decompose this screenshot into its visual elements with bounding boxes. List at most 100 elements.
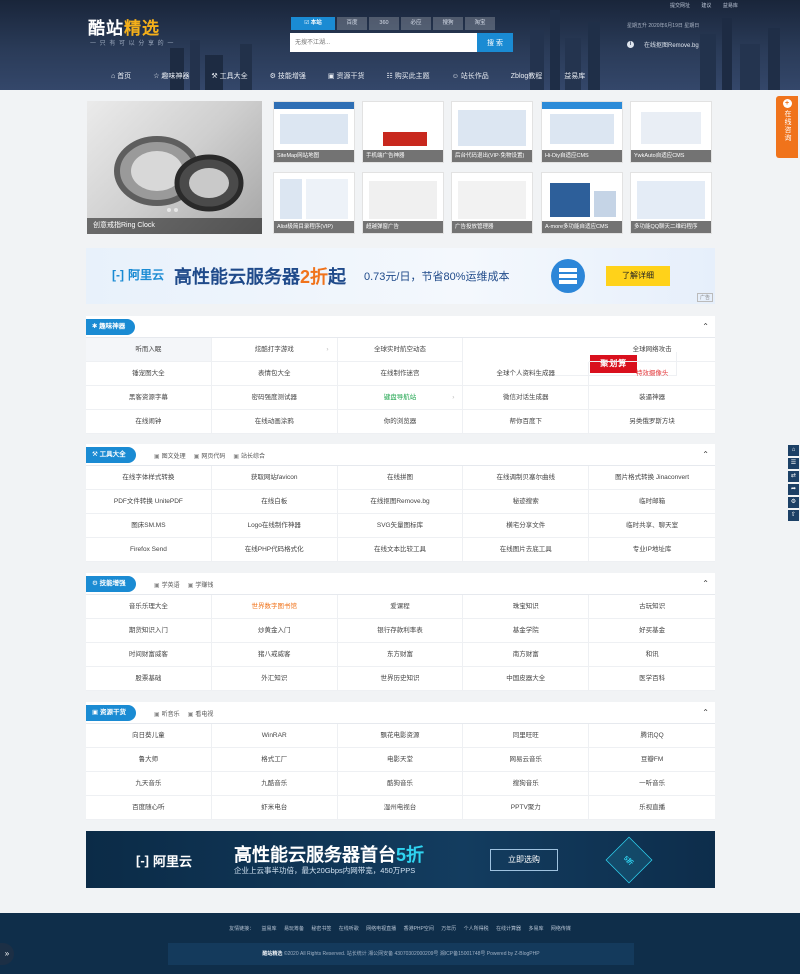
grid-link[interactable]: 在线PHP代码格式化 bbox=[211, 538, 338, 562]
grid-link[interactable]: 在线调制贝塞尔曲线 bbox=[463, 466, 590, 490]
friend-link[interactable]: 万年历 bbox=[441, 926, 456, 932]
grid-link[interactable]: 在线字体样式转换 bbox=[86, 466, 212, 490]
back-to-top-icon[interactable]: ⇧ bbox=[788, 510, 799, 521]
nav-item[interactable]: ⚙ 技能增强 bbox=[259, 71, 317, 81]
grid-link[interactable]: 在线图片去底工具 bbox=[463, 538, 590, 562]
grid-link[interactable]: 黑客资源字幕 bbox=[86, 386, 212, 410]
friend-link[interactable]: 在线计算器 bbox=[496, 926, 521, 932]
thumb-card[interactable]: 广告投放管理器 bbox=[451, 172, 533, 234]
subtab[interactable]: 网页代码 bbox=[194, 451, 225, 460]
search-button[interactable]: 搜 索 bbox=[477, 33, 513, 52]
buy-now-button[interactable]: 立即选购 bbox=[490, 849, 558, 871]
thumb-card[interactable]: 后台代码退出(VIP·免物设置) bbox=[451, 101, 533, 163]
nav-item[interactable]: ⌂ 首页 bbox=[100, 71, 142, 81]
thumb-card[interactable]: A-more多功能自适应CMS bbox=[541, 172, 623, 234]
thumb-card[interactable]: 多功能QQ聊天二维码程序 bbox=[630, 172, 712, 234]
collapse-icon[interactable]: ⌃ bbox=[702, 579, 709, 588]
grid-link[interactable]: 图床SM.MS bbox=[86, 514, 212, 538]
home-icon[interactable]: ⌂ bbox=[788, 445, 799, 456]
grid-link[interactable]: 键盘导航站 › bbox=[337, 386, 464, 410]
grid-link[interactable]: 酷狗音乐 bbox=[337, 772, 464, 796]
search-tab[interactable]: 必应 bbox=[401, 17, 431, 30]
grid-link[interactable]: 全球网络攻击 bbox=[589, 338, 715, 362]
thumb-card[interactable]: 手机端广告神器 bbox=[362, 101, 444, 163]
grid-link[interactable]: 专业IP地址库 bbox=[589, 538, 715, 562]
list-icon[interactable]: ☰ bbox=[788, 458, 799, 469]
friend-link[interactable]: 益易库 bbox=[262, 926, 277, 932]
grid-link[interactable]: 南方财富 bbox=[463, 643, 590, 667]
nav-item[interactable]: Zblog教程 bbox=[500, 71, 554, 81]
aliyun-banner-top[interactable]: [-] 阿里云 高性能云服务器2折起 0.73元/日，节省80%运维成本 了解详细… bbox=[86, 248, 715, 304]
friend-link[interactable]: 易玩筹备 bbox=[284, 926, 304, 932]
slider-dot[interactable] bbox=[174, 208, 178, 212]
grid-link[interactable]: 中国皮器大全 bbox=[463, 667, 590, 691]
search-tab[interactable]: 360 bbox=[369, 17, 399, 30]
top-link[interactable]: 益易库 bbox=[723, 3, 738, 9]
grid-link[interactable]: 搜狗音乐 bbox=[463, 772, 590, 796]
grid-link[interactable]: PPTV聚力 bbox=[463, 796, 590, 820]
grid-link[interactable]: 秘迹搜索 bbox=[463, 490, 590, 514]
settings-icon[interactable]: ⚙ bbox=[788, 497, 799, 508]
friend-link[interactable]: 在线听歌 bbox=[339, 926, 359, 932]
friend-link[interactable]: 网络电视直播 bbox=[366, 926, 396, 932]
site-logo[interactable]: 酷站精选 bbox=[88, 14, 160, 39]
top-link[interactable]: 提交网址 bbox=[670, 3, 690, 9]
grid-link[interactable]: 东方财富 bbox=[337, 643, 464, 667]
grid-link[interactable]: 获取网站favicon bbox=[211, 466, 338, 490]
shuffle-icon[interactable]: ⇄ bbox=[788, 471, 799, 482]
nav-item[interactable]: ☆ 趣味神器 bbox=[142, 71, 200, 81]
search-input[interactable] bbox=[290, 33, 477, 52]
grid-link[interactable]: 九天音乐 bbox=[86, 772, 212, 796]
friend-link[interactable]: 秘密书签 bbox=[311, 926, 331, 932]
slider-dot[interactable] bbox=[167, 208, 171, 212]
grid-link[interactable]: 向日葵儿童 bbox=[86, 724, 212, 748]
notice-link[interactable]: i 在线抠图Remove.bg bbox=[627, 40, 699, 49]
friend-link[interactable]: 网络传媒 bbox=[551, 926, 571, 932]
grid-link[interactable]: 表情包大全 bbox=[211, 362, 338, 386]
thumb-card[interactable]: YwkAuto自适应CMS bbox=[630, 101, 712, 163]
grid-link[interactable]: 在线拼图 bbox=[337, 466, 464, 490]
grid-link[interactable]: 网易云音乐 bbox=[463, 748, 590, 772]
grid-link[interactable]: 密码强度测试器 bbox=[211, 386, 338, 410]
grid-link[interactable]: 帮你百度下 bbox=[463, 410, 590, 434]
thumb-card[interactable]: Hi-Diy自适应CMS bbox=[541, 101, 623, 163]
grid-link[interactable]: 股票基础 bbox=[86, 667, 212, 691]
nav-item[interactable]: ☷ 购买此主题 bbox=[375, 71, 440, 81]
grid-link[interactable]: SVG矢量图标库 bbox=[337, 514, 464, 538]
grid-link[interactable]: 临时共享、聊天室 bbox=[589, 514, 715, 538]
grid-link[interactable]: 一听音乐 bbox=[589, 772, 715, 796]
subtab[interactable]: 图文处理 bbox=[154, 451, 186, 460]
online-consult-button[interactable]: + 在线咨询 bbox=[776, 96, 798, 158]
thumb-card[interactable]: Alist极简目录程序(VIP) bbox=[273, 172, 355, 234]
grid-link[interactable]: 特效摄像头 bbox=[589, 362, 715, 386]
grid-link[interactable]: 格式工厂 bbox=[211, 748, 338, 772]
grid-link[interactable]: 飘花电影资源 bbox=[337, 724, 464, 748]
grid-link[interactable]: 好买基金 bbox=[589, 619, 715, 643]
grid-link[interactable]: 音乐乐理大全 bbox=[86, 595, 212, 619]
grid-link[interactable]: 锤宠图大全 bbox=[86, 362, 212, 386]
grid-link[interactable]: 乐视直播 bbox=[589, 796, 715, 820]
nav-item[interactable]: ☺ 站长作品 bbox=[441, 71, 500, 81]
grid-link[interactable]: 外汇知识 bbox=[211, 667, 338, 691]
grid-link[interactable]: 全球实时航空动态 bbox=[337, 338, 464, 362]
friend-link[interactable]: 香港PHP空间 bbox=[404, 926, 434, 932]
learn-more-button[interactable]: 了解详细 bbox=[606, 266, 670, 286]
grid-link[interactable]: 医学百科 bbox=[589, 667, 715, 691]
grid-link[interactable]: 世界历史知识 bbox=[337, 667, 464, 691]
grid-link[interactable]: WinRAR bbox=[211, 724, 338, 748]
collapse-icon[interactable]: ⌃ bbox=[702, 450, 709, 459]
grid-link[interactable]: 听而入眠 bbox=[86, 338, 212, 362]
grid-link[interactable]: 鲁大师 bbox=[86, 748, 212, 772]
grid-link[interactable]: 腾讯QQ bbox=[589, 724, 715, 748]
thumb-card[interactable]: 超越弹窗广告 bbox=[362, 172, 444, 234]
friend-link[interactable]: 个人所得税 bbox=[464, 926, 489, 932]
grid-link[interactable]: Firefox Send bbox=[86, 538, 212, 562]
grid-link[interactable]: 全球个人资料生成器 bbox=[463, 362, 590, 386]
subtab[interactable]: 听音乐 bbox=[154, 709, 180, 718]
grid-link[interactable]: 装逼神器 bbox=[589, 386, 715, 410]
aliyun-banner-bottom[interactable]: [-] 阿里云 高性能云服务器首台5折 企业上云事半功倍，最大20Gbps内网带宽… bbox=[86, 831, 715, 888]
grid-link[interactable]: 另类俄罗斯方块 bbox=[589, 410, 715, 434]
nav-item[interactable]: ⚒ 工具大全 bbox=[200, 71, 258, 81]
thumb-card[interactable]: SiteMap网站地图 bbox=[273, 101, 355, 163]
grid-link[interactable]: 你的浏览器 bbox=[337, 410, 464, 434]
